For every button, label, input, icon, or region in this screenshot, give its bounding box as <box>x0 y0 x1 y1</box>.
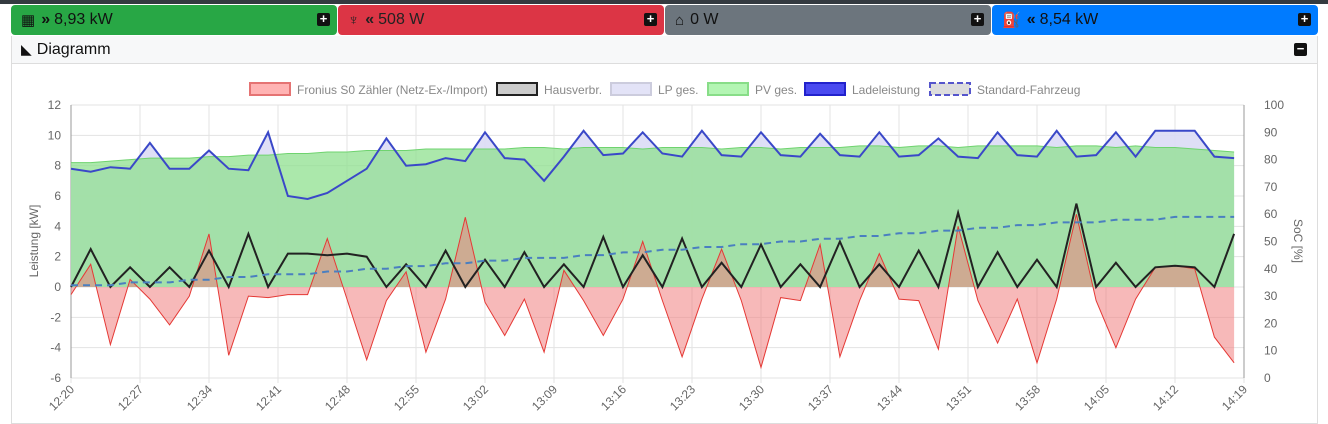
y-tick-label: -2 <box>50 310 61 324</box>
pv-area <box>71 145 1235 287</box>
legend-item: PV ges. <box>755 83 797 97</box>
x-tick-label: 12:20 <box>46 382 77 413</box>
x-tick-label: 13:16 <box>598 382 629 413</box>
legend-swatch <box>249 82 291 96</box>
y-tick-label: 12 <box>48 98 62 112</box>
y-axis-label: Leistung [kW] <box>27 205 41 278</box>
y-tick-label: 2 <box>54 250 61 264</box>
x-tick-label: 14:12 <box>1150 382 1181 413</box>
x-tick-label: 12:41 <box>253 382 284 413</box>
legend-swatch <box>804 82 846 96</box>
x-tick-label: 13:37 <box>805 382 836 413</box>
x-tick-label: 13:51 <box>943 382 974 413</box>
y2-tick-label: 10 <box>1264 344 1278 358</box>
y-tick-label: 8 <box>54 159 61 173</box>
x-tick-label: 13:30 <box>736 382 767 413</box>
y2-tick-label: 50 <box>1264 235 1278 249</box>
y-tick-label: 4 <box>54 219 61 233</box>
y2-tick-label: 60 <box>1264 207 1278 221</box>
y-tick-label: 0 <box>54 280 61 294</box>
legend-item: Standard-Fahrzeug <box>977 83 1080 97</box>
x-tick-label: 13:44 <box>874 382 905 413</box>
y2-tick-label: 40 <box>1264 262 1278 276</box>
y2-axis-label: SoC [%] <box>1291 219 1305 263</box>
y2-tick-label: 90 <box>1264 125 1278 139</box>
legend-item: Hausverbr. <box>544 83 602 97</box>
x-tick-label: 12:55 <box>391 382 422 413</box>
x-tick-label: 12:27 <box>115 382 146 413</box>
power-chart: 121086420-2-4-6100908070605040302010012:… <box>27 82 1305 413</box>
y-tick-label: 6 <box>54 189 61 203</box>
legend-swatch <box>496 82 538 96</box>
y2-tick-label: 30 <box>1264 289 1278 303</box>
x-tick-label: 13:02 <box>460 382 491 413</box>
legend-swatch <box>929 82 971 96</box>
y-tick-label: 10 <box>48 128 62 142</box>
y2-tick-label: 100 <box>1264 98 1284 112</box>
x-tick-label: 14:05 <box>1081 382 1112 413</box>
y-tick-label: -6 <box>50 371 61 385</box>
x-tick-label: 14:19 <box>1219 382 1250 413</box>
legend-item: LP ges. <box>658 83 698 97</box>
legend-swatch <box>610 82 652 96</box>
y-tick-label: -4 <box>50 341 61 355</box>
y2-tick-label: 80 <box>1264 153 1278 167</box>
y2-tick-label: 70 <box>1264 180 1278 194</box>
legend-swatch <box>707 82 749 96</box>
legend-item: Fronius S0 Zähler (Netz-Ex-/Import) <box>297 83 488 97</box>
legend-item: Ladeleistung <box>852 83 920 97</box>
y2-tick-label: 0 <box>1264 371 1271 385</box>
x-tick-label: 12:48 <box>322 382 353 413</box>
x-tick-label: 12:34 <box>184 382 215 413</box>
x-tick-label: 13:58 <box>1012 382 1043 413</box>
x-tick-label: 13:23 <box>667 382 698 413</box>
x-tick-label: 13:09 <box>529 382 560 413</box>
y2-tick-label: 20 <box>1264 316 1278 330</box>
